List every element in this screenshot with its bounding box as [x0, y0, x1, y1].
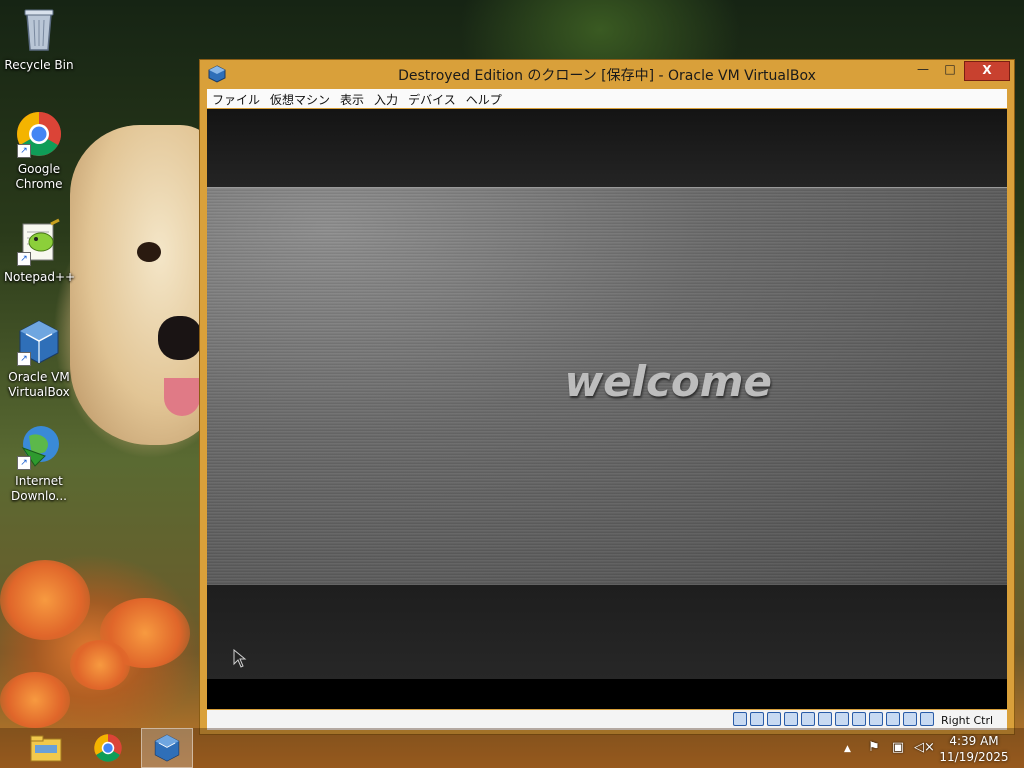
network-status-icon[interactable]: ▣ — [890, 740, 906, 756]
desktop-icon-internet-download-manager[interactable]: ↗ Internet Downlo... — [4, 422, 74, 504]
hard-disk-icon[interactable] — [733, 712, 747, 726]
desktop-icon-label: Notepad++ — [4, 270, 76, 284]
file-explorer-icon — [30, 735, 62, 762]
host-key-label: Right Ctrl — [941, 714, 994, 727]
desktop-icon-recycle-bin[interactable]: Recycle Bin — [4, 6, 74, 73]
desktop-icon-label: Oracle VM VirtualBox — [8, 370, 70, 399]
shortcut-arrow-icon: ↗ — [17, 352, 31, 366]
taskbar-virtualbox-button[interactable] — [141, 728, 193, 768]
guest-top-band — [207, 109, 1007, 187]
guest-display[interactable]: welcome — [207, 109, 1007, 709]
chrome-icon: ↗ — [15, 110, 63, 158]
action-center-icon[interactable]: ⚑ — [866, 740, 882, 756]
menu-item-view[interactable]: 表示 — [335, 89, 369, 108]
desktop-icon-label: Recycle Bin — [4, 58, 74, 72]
clock-time: 4:39 AM — [949, 734, 999, 748]
mouse-pointer-icon — [233, 649, 247, 668]
shortcut-arrow-icon: ↗ — [17, 252, 31, 266]
window-titlebar[interactable]: Destroyed Edition のクローン [保存中] - Oracle V… — [200, 60, 1014, 88]
menu-item-input[interactable]: 入力 — [369, 89, 403, 108]
mouse-integration-icon[interactable] — [903, 712, 917, 726]
menu-bar: ファイル 仮想マシン 表示 入力 デバイス ヘルプ — [207, 89, 1007, 108]
taskbar-chrome-button[interactable] — [82, 728, 134, 768]
optical-drive-icon[interactable] — [750, 712, 764, 726]
display-icon[interactable] — [835, 712, 849, 726]
keyboard-capture-icon[interactable] — [920, 712, 934, 726]
virtualbox-icon — [154, 734, 180, 762]
clock-date: 11/19/2025 — [939, 750, 1009, 764]
system-clock[interactable]: 4:39 AM 11/19/2025 — [938, 733, 1010, 765]
taskbar-file-explorer-button[interactable] — [20, 728, 72, 768]
guest-welcome-text: welcome — [564, 357, 772, 406]
recycle-bin-icon — [15, 6, 63, 54]
usb-icon[interactable] — [801, 712, 815, 726]
menu-item-help[interactable]: ヘルプ — [461, 89, 507, 108]
virtualbox-icon: ↗ — [15, 318, 63, 366]
notepad-plus-plus-icon: ↗ — [15, 218, 63, 266]
audio-icon[interactable] — [767, 712, 781, 726]
menu-item-devices[interactable]: デバイス — [403, 89, 461, 108]
virtualbox-vm-window[interactable]: Destroyed Edition のクローン [保存中] - Oracle V… — [199, 59, 1015, 735]
video-capture-icon[interactable] — [852, 712, 866, 726]
menu-item-file[interactable]: ファイル — [207, 89, 265, 108]
shared-folders-icon[interactable] — [818, 712, 832, 726]
minimize-button[interactable]: — — [910, 61, 936, 79]
maximize-button[interactable]: □ — [937, 61, 963, 79]
desktop-icon-google-chrome[interactable]: ↗ Google Chrome — [4, 110, 74, 192]
desktop-icon-label: Internet Downlo... — [11, 474, 67, 503]
shortcut-arrow-icon: ↗ — [17, 144, 31, 158]
menu-item-machine[interactable]: 仮想マシン — [265, 89, 335, 108]
virtualization-icon[interactable] — [869, 712, 883, 726]
volume-muted-icon[interactable]: ◁× — [914, 740, 935, 756]
window-title: Destroyed Edition のクローン [保存中] - Oracle V… — [398, 68, 816, 84]
guest-bottom-band — [207, 679, 1007, 709]
desktop-icon-virtualbox[interactable]: ↗ Oracle VM VirtualBox — [4, 318, 74, 400]
desktop-icon-label: Google Chrome — [15, 162, 63, 191]
desktop-icon-notepad-plus-plus[interactable]: ↗ Notepad++ — [4, 218, 76, 285]
close-button[interactable]: X — [964, 61, 1010, 81]
vm-status-bar: Right Ctrl — [207, 710, 1007, 730]
guest-lower-band — [207, 585, 1007, 679]
shortcut-arrow-icon: ↗ — [17, 456, 31, 470]
status-device-icons — [733, 712, 937, 726]
chrome-icon — [94, 734, 122, 762]
wallpaper-flower — [0, 560, 90, 640]
guest-additions-icon[interactable] — [886, 712, 900, 726]
wallpaper-flower — [70, 640, 130, 690]
show-hidden-icons-button[interactable]: ▲ — [844, 744, 851, 754]
internet-download-manager-icon: ↗ — [15, 422, 63, 470]
wallpaper-flower — [0, 672, 70, 728]
network-icon[interactable] — [784, 712, 798, 726]
